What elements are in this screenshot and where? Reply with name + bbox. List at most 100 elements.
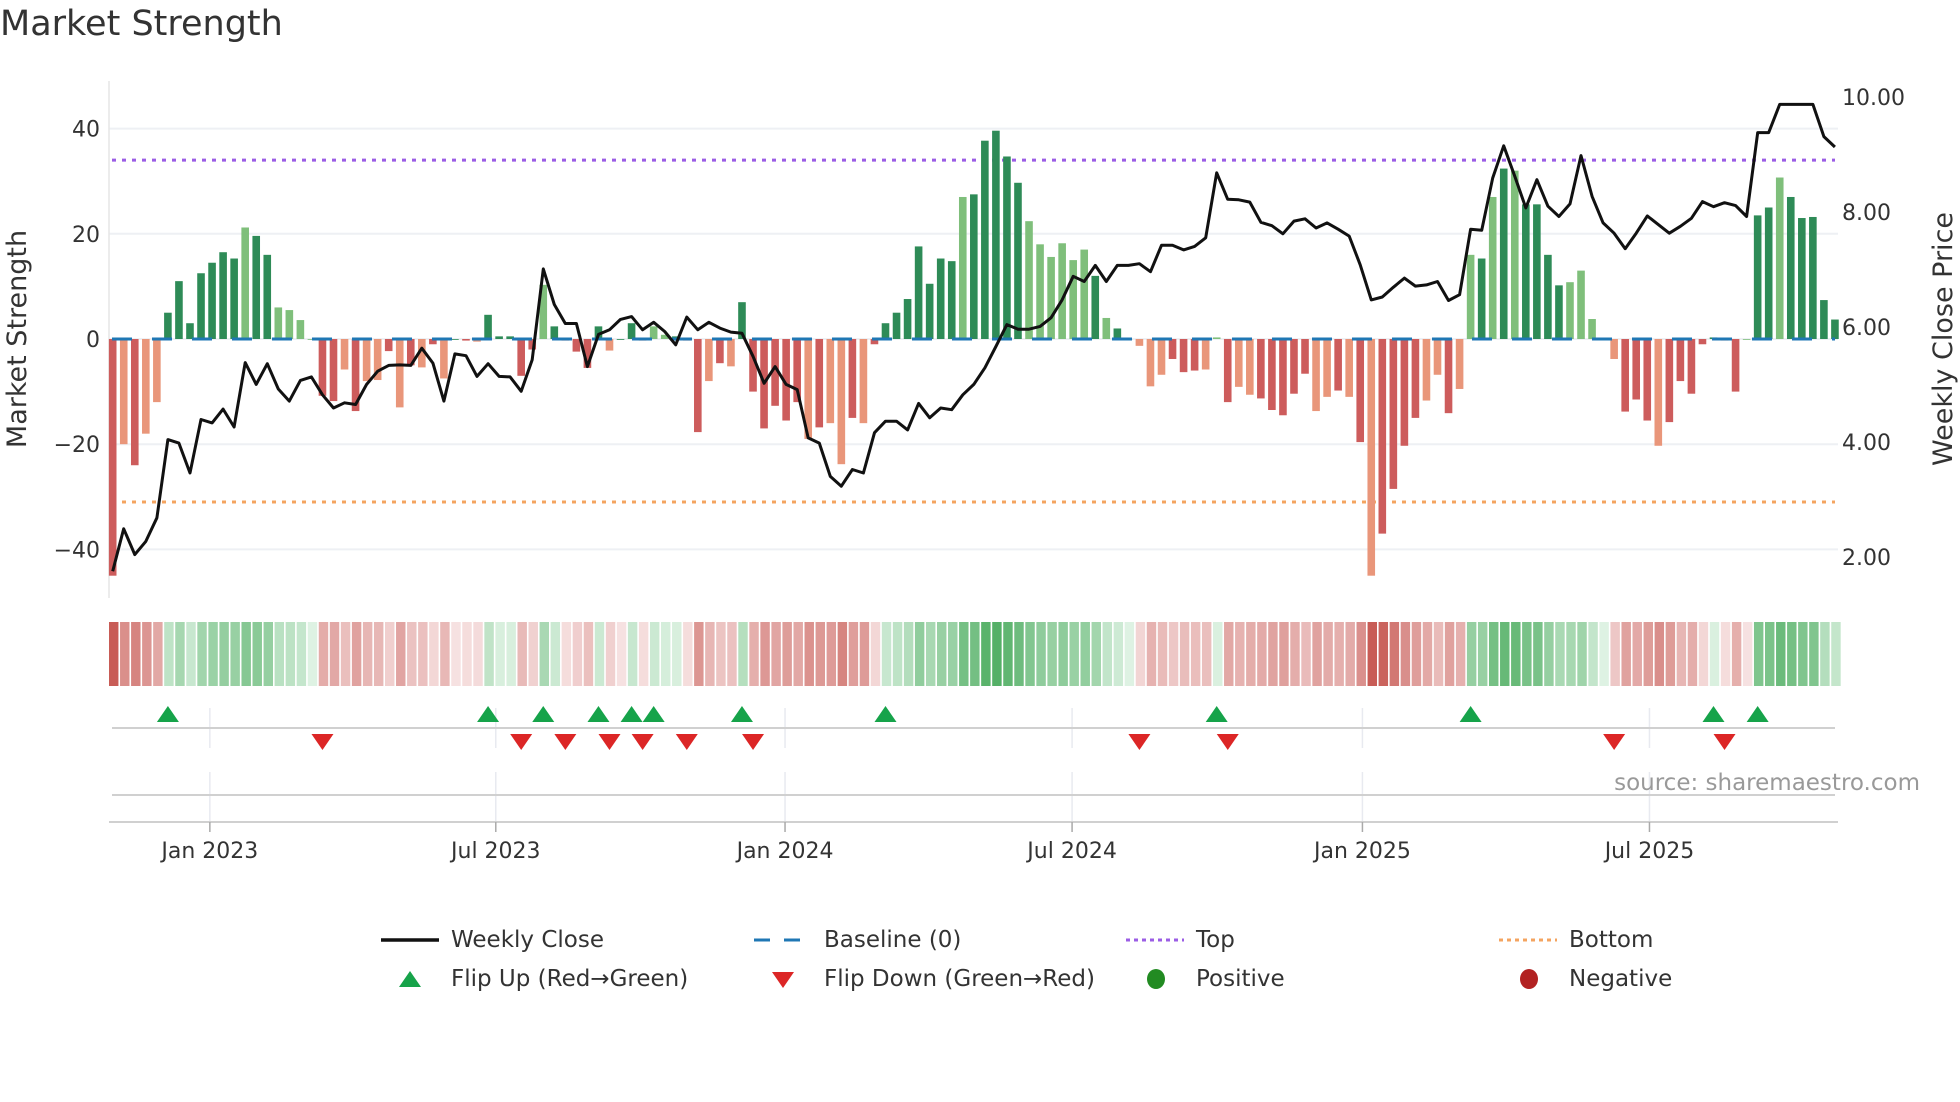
date-gridlines xyxy=(209,708,1651,822)
heat-cell xyxy=(1599,622,1609,686)
heat-cell xyxy=(1257,622,1267,686)
strength-bar xyxy=(1345,339,1353,397)
heat-cell xyxy=(252,622,262,686)
x-tick-label: Jan 2024 xyxy=(735,839,834,864)
heat-cell xyxy=(307,622,318,686)
heat-cell xyxy=(1621,622,1631,686)
heat-cell xyxy=(1268,622,1278,686)
heat-cell xyxy=(1533,622,1543,686)
y2-tick-label: 4.00 xyxy=(1842,431,1891,456)
heat-cell xyxy=(186,622,196,686)
heat-cell xyxy=(1665,622,1676,686)
heat-cell xyxy=(771,622,781,686)
strength-bar xyxy=(903,299,912,339)
flip-down-marker xyxy=(510,734,533,750)
strength-bar xyxy=(1632,339,1641,400)
flip-down-marker xyxy=(598,734,621,750)
strength-bar xyxy=(517,339,525,376)
strength-bar xyxy=(1201,339,1210,370)
strength-bar xyxy=(241,227,249,339)
heat-cell xyxy=(694,622,704,686)
flip-up-marker xyxy=(642,706,665,722)
strength-bar xyxy=(1102,317,1111,339)
heat-cell xyxy=(1290,622,1300,686)
heat-cell xyxy=(1687,622,1698,686)
strength-bar xyxy=(1687,339,1696,394)
flip-up-marker xyxy=(1459,706,1482,722)
strength-bar xyxy=(1798,218,1806,339)
x-tick-label: Jan 2023 xyxy=(159,839,258,864)
y2-axis-ticks: 10.00 8.00 6.00 4.00 2.00 xyxy=(1842,86,1905,571)
heat-cell xyxy=(318,622,329,686)
heat-cell xyxy=(683,622,693,686)
strength-bar xyxy=(881,323,890,339)
heat-cell xyxy=(727,622,737,686)
heat-cell xyxy=(1555,622,1565,686)
strength-bar xyxy=(1488,196,1497,339)
strength-bar xyxy=(981,140,989,339)
legend-label: Negative xyxy=(1569,966,1673,992)
strength-bar xyxy=(1742,339,1751,340)
heat-cell xyxy=(296,622,307,686)
heat-cell xyxy=(1831,622,1841,686)
heat-cell xyxy=(738,622,748,686)
heat-cell xyxy=(1378,622,1389,686)
strength-bar xyxy=(1234,339,1243,387)
flip-down-marker xyxy=(554,734,577,750)
strength-bar xyxy=(1069,260,1077,339)
strength-bar xyxy=(495,336,503,339)
x-axis-ticks: Jan 2023 Jul 2023 Jan 2024 Jul 2024 Jan 2025… xyxy=(159,822,1694,864)
source-credit: source: sharemaestro.com xyxy=(1614,770,1920,796)
heat-cell xyxy=(197,622,207,686)
heat-cell xyxy=(440,622,450,686)
flip-up-marker xyxy=(1702,706,1725,722)
triangle-up-icon xyxy=(399,971,421,987)
strength-bar xyxy=(1422,339,1431,401)
heat-cell xyxy=(1566,622,1576,686)
heat-cell xyxy=(120,622,130,686)
strength-bar xyxy=(947,261,956,339)
heat-cell xyxy=(1179,622,1190,686)
heat-cell xyxy=(1367,622,1377,686)
legend-label: Top xyxy=(1196,927,1235,953)
strength-bar xyxy=(285,310,294,339)
heat-cell xyxy=(837,622,848,686)
strength-bar xyxy=(1146,339,1155,387)
legend-label: Flip Down (Green→Red) xyxy=(824,966,1095,992)
heat-cell xyxy=(793,622,803,686)
dotted-swatch-icon xyxy=(1499,938,1557,942)
heat-cell xyxy=(1489,622,1499,686)
strength-bar xyxy=(826,339,835,424)
strength-bar xyxy=(1820,300,1828,339)
strength-bar xyxy=(462,339,470,341)
strength-bar xyxy=(1731,339,1740,392)
strength-bar xyxy=(914,246,923,339)
strength-bar xyxy=(1411,339,1420,418)
strength-bar xyxy=(1809,216,1817,339)
strength-bar xyxy=(716,339,724,364)
flip-down-marker xyxy=(1603,734,1626,750)
strength-bar xyxy=(1555,285,1563,339)
strength-bar xyxy=(1113,328,1122,339)
heat-cell xyxy=(1577,622,1587,686)
circle-icon xyxy=(1147,969,1165,989)
heat-cell xyxy=(1146,622,1157,686)
legend-weekly-close: Weekly Close xyxy=(381,925,604,955)
strength-bar xyxy=(1643,339,1652,421)
heat-cell xyxy=(517,622,527,686)
heat-cell xyxy=(870,622,881,686)
strength-bar xyxy=(727,339,735,367)
heat-cell xyxy=(1400,622,1411,686)
strength-bar xyxy=(958,196,967,339)
heat-cell xyxy=(219,622,229,686)
strength-bar xyxy=(1400,339,1409,446)
strength-bar xyxy=(1290,339,1298,394)
legend-label: Positive xyxy=(1196,966,1285,992)
heat-cell xyxy=(1113,622,1124,686)
heat-cell xyxy=(396,622,406,686)
strength-bar xyxy=(1080,249,1089,339)
legend-top: Top xyxy=(1126,925,1235,955)
heat-cell xyxy=(1422,622,1433,686)
heat-cell xyxy=(241,622,251,686)
heat-cell xyxy=(1610,622,1620,686)
